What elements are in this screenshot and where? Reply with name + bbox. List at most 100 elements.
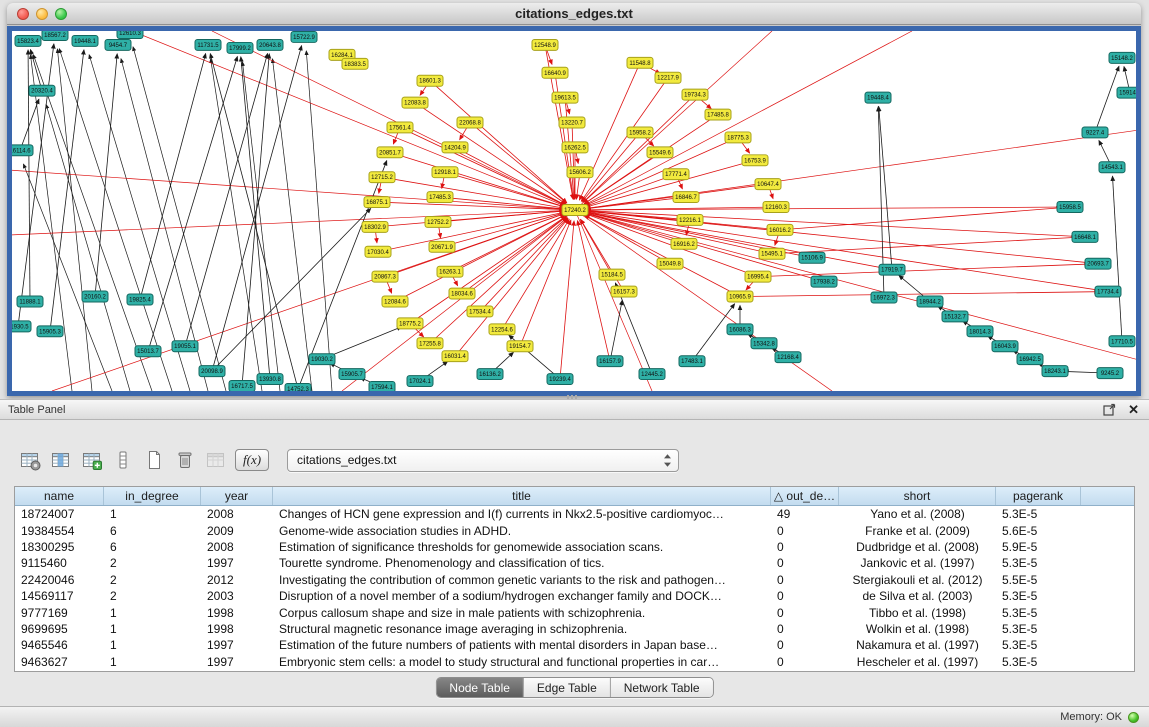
import-table-icon[interactable]	[202, 447, 230, 473]
table-cell[interactable]: Genome-wide association studies in ADHD.	[273, 522, 771, 538]
graph-node[interactable]: 17255.8	[417, 338, 443, 349]
graph-node[interactable]: 15905.7	[339, 369, 365, 380]
graph-node[interactable]: 17561.4	[387, 122, 413, 133]
table-cell[interactable]: 5.3E-5	[996, 621, 1081, 637]
table-mode-icon[interactable]	[16, 447, 44, 473]
graph-node[interactable]: 15106.9	[799, 252, 825, 263]
table-cell[interactable]: 0	[771, 637, 839, 653]
graph-node[interactable]: 15049.8	[657, 258, 683, 269]
table-cell[interactable]: 5.6E-5	[996, 522, 1081, 538]
graph-node[interactable]: 18034.6	[449, 288, 475, 299]
table-cell[interactable]: 9465546	[15, 637, 104, 653]
graph-node[interactable]: 16640.9	[542, 67, 568, 78]
table-cell[interactable]: 14569117	[15, 588, 104, 604]
graph-node[interactable]: 16114.6	[12, 145, 33, 156]
graph-node[interactable]: 16157.3	[611, 286, 637, 297]
table-cell[interactable]: 1	[104, 621, 201, 637]
graph-node[interactable]: 15914.8	[1117, 87, 1136, 98]
table-cell[interactable]: 1	[104, 506, 201, 522]
table-cell[interactable]: Wolkin et al. (1998)	[839, 621, 996, 637]
column-header-title[interactable]: title	[273, 487, 771, 505]
graph-node[interactable]: 16972.3	[871, 292, 897, 303]
graph-node[interactable]: 12548.9	[532, 39, 558, 50]
graph-node[interactable]: 15495.1	[759, 248, 785, 259]
graph-node[interactable]: 17594.1	[369, 382, 395, 391]
graph-node[interactable]: 17485.3	[427, 192, 453, 203]
table-cell[interactable]: 1997	[201, 637, 273, 653]
graph-node[interactable]: 20693.7	[1085, 258, 1111, 269]
graph-node[interactable]: 15184.5	[599, 269, 625, 280]
table-cell[interactable]: 2008	[201, 506, 273, 522]
graph-node[interactable]: 12084.6	[382, 296, 408, 307]
row-height-icon[interactable]	[109, 447, 137, 473]
table-cell[interactable]: Stergiakouli et al. (2012)	[839, 572, 996, 588]
graph-node[interactable]: 18775.3	[725, 132, 751, 143]
table-cell[interactable]: Yano et al. (2008)	[839, 506, 996, 522]
table-cell[interactable]: 5.3E-5	[996, 604, 1081, 620]
graph-node[interactable]: 14752.3	[285, 384, 311, 391]
window-titlebar[interactable]: citations_edges.txt	[7, 3, 1141, 25]
graph-node[interactable]: 9227.4	[1082, 127, 1108, 138]
graph-node[interactable]: 16031.4	[442, 351, 468, 362]
graph-node[interactable]: 16043.9	[992, 341, 1018, 352]
graph-node[interactable]: 16648.1	[1072, 231, 1098, 242]
table-cell[interactable]: 1	[104, 604, 201, 620]
table-cell[interactable]: 5.3E-5	[996, 506, 1081, 522]
graph-node[interactable]: 9245.2	[1097, 368, 1123, 379]
graph-node[interactable]: 15606.2	[567, 167, 593, 178]
graph-node[interactable]: 17030.4	[365, 246, 391, 257]
table-cell[interactable]: 0	[771, 555, 839, 571]
table-cell[interactable]: Embryonic stem cells: a model to study s…	[273, 654, 771, 670]
graph-node[interactable]: 17938.2	[811, 276, 837, 287]
table-cell[interactable]: 18724007	[15, 506, 104, 522]
zoom-window-button[interactable]	[55, 8, 67, 20]
table-cell[interactable]: 2	[104, 555, 201, 571]
table-cell[interactable]: Tibbo et al. (1998)	[839, 604, 996, 620]
table-cell[interactable]: 2009	[201, 522, 273, 538]
table-cell[interactable]: 5.3E-5	[996, 588, 1081, 604]
graph-node[interactable]: 16916.2	[671, 238, 697, 249]
table-cell[interactable]: 5.5E-5	[996, 572, 1081, 588]
table-cell[interactable]: Dudbridge et al. (2008)	[839, 539, 996, 555]
graph-node[interactable]: 16995.4	[745, 271, 771, 282]
graph-node[interactable]: 12918.1	[432, 167, 458, 178]
table-row[interactable]: 969969511998Structural magnetic resonanc…	[15, 621, 1134, 637]
graph-node[interactable]: 15722.9	[291, 31, 317, 42]
table-row[interactable]: 977716911998Corpus callosum shape and si…	[15, 604, 1134, 620]
graph-node[interactable]: 17485.8	[705, 109, 731, 120]
table-cell[interactable]: 0	[771, 572, 839, 588]
graph-node[interactable]: 17919.7	[879, 264, 905, 275]
table-selector-dropdown[interactable]: citations_edges.txt	[287, 449, 679, 472]
column-header-in_degree[interactable]: in_degree	[104, 487, 201, 505]
table-cell[interactable]: Investigating the contribution of common…	[273, 572, 771, 588]
table-cell[interactable]: 22420046	[15, 572, 104, 588]
graph-node[interactable]: 17534.4	[467, 306, 493, 317]
table-cell[interactable]: 9777169	[15, 604, 104, 620]
graph-node[interactable]: 18567.2	[42, 31, 68, 40]
table-cell[interactable]: 2	[104, 588, 201, 604]
table-row[interactable]: 946554611997Estimation of the future num…	[15, 637, 1134, 653]
graph-node[interactable]: 16263.1	[437, 266, 463, 277]
table-cell[interactable]: 0	[771, 621, 839, 637]
table-row[interactable]: 1456911722003Disruption of a novel membe…	[15, 588, 1134, 604]
tab-network-table[interactable]: Network Table	[611, 678, 713, 697]
graph-node[interactable]: 13930.8	[257, 374, 283, 385]
graph-node[interactable]: 18243.1	[1042, 366, 1068, 377]
graph-node[interactable]: 17771.4	[663, 169, 689, 180]
table-cell[interactable]: 1	[104, 637, 201, 653]
table-cell[interactable]: 0	[771, 654, 839, 670]
graph-node[interactable]: 12083.8	[402, 97, 428, 108]
graph-node[interactable]: 17240.2	[562, 205, 588, 216]
column-header-name[interactable]: name	[15, 487, 104, 505]
graph-node[interactable]: 13220.7	[559, 117, 585, 128]
graph-node[interactable]: 17710.5	[1109, 336, 1135, 347]
table-cell[interactable]: Corpus callosum shape and size in male p…	[273, 604, 771, 620]
table-cell[interactable]: 1997	[201, 555, 273, 571]
graph-node[interactable]: 12216.1	[677, 214, 703, 225]
close-window-button[interactable]	[17, 8, 29, 20]
graph-node[interactable]: 10965.9	[727, 291, 753, 302]
table-cell[interactable]: 6	[104, 539, 201, 555]
graph-node[interactable]: 19613.5	[552, 92, 578, 103]
graph-node[interactable]: 17999.2	[227, 42, 253, 53]
new-table-icon[interactable]	[140, 447, 168, 473]
